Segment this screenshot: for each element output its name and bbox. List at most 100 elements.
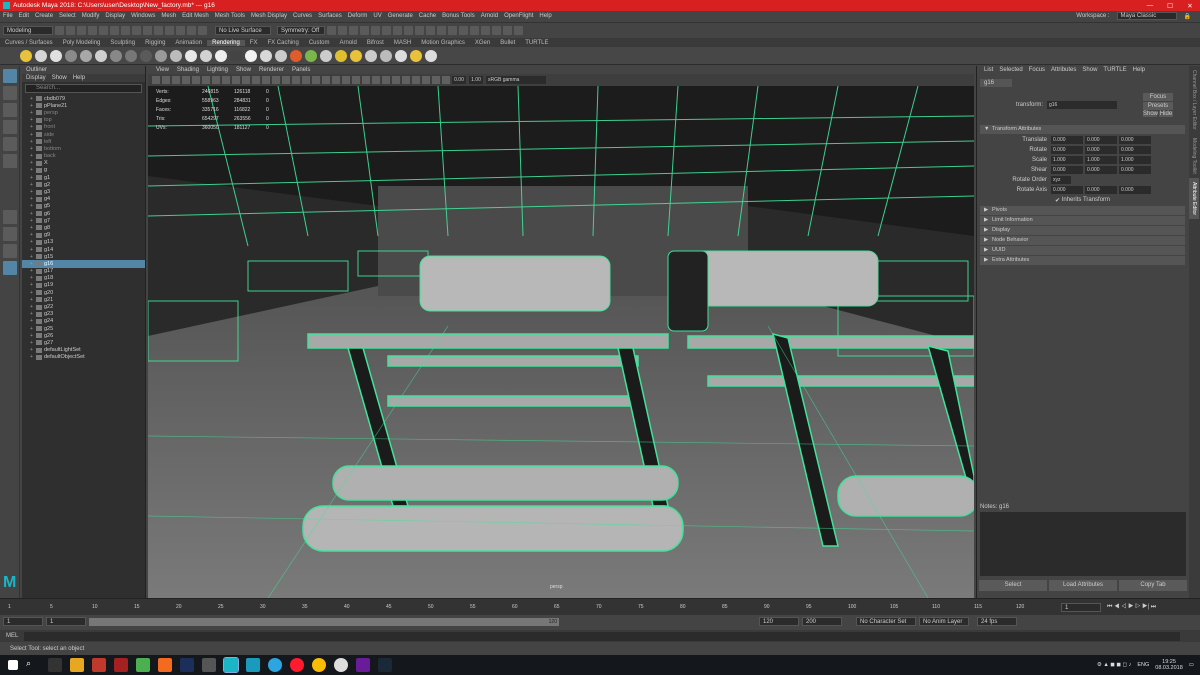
shelf-tool-icon[interactable]	[245, 49, 257, 62]
steam-icon[interactable]	[378, 658, 392, 672]
status-tool-icon[interactable]	[437, 25, 446, 35]
near-clip-field[interactable]: 0.00	[452, 76, 466, 84]
shear-field[interactable]: 0.000	[1085, 166, 1117, 174]
scale-field[interactable]: 1.000	[1119, 156, 1151, 164]
transform-name-field[interactable]: g16	[1047, 101, 1117, 109]
status-tool-icon[interactable]	[132, 25, 141, 35]
scale-field[interactable]: 1.000	[1051, 156, 1083, 164]
viewport-tool-icon[interactable]	[262, 76, 270, 84]
status-tool-icon[interactable]	[187, 25, 196, 35]
status-tool-icon[interactable]	[55, 25, 64, 35]
anim-end-field[interactable]: 200	[802, 617, 842, 626]
status-tool-icon[interactable]	[371, 25, 380, 35]
viewport-tool-icon[interactable]	[192, 76, 200, 84]
section-display[interactable]: ▶ Display	[980, 226, 1185, 235]
mel-label[interactable]: MEL	[0, 633, 24, 639]
viewport-tool-icon[interactable]	[392, 76, 400, 84]
menu-file[interactable]: File	[0, 13, 16, 19]
viewport-tool-icon[interactable]	[252, 76, 260, 84]
side-tab-attribute-editor[interactable]: Attribute Editor	[1189, 177, 1199, 219]
live-surface-field[interactable]: No Live Surface	[215, 25, 271, 35]
shelf-tab-bifrost[interactable]: Bifrost	[362, 40, 389, 46]
menu-edit[interactable]: Edit	[16, 13, 32, 19]
app-green-icon[interactable]	[136, 658, 150, 672]
menu-select[interactable]: Select	[56, 13, 79, 19]
outliner-item[interactable]: + g16	[22, 260, 145, 268]
viewport-menu-renderer[interactable]: Renderer	[255, 66, 288, 74]
select-button[interactable]: Select	[979, 580, 1047, 591]
anim-layer-dropdown[interactable]: No Anim Layer	[919, 617, 969, 626]
outliner-item[interactable]: + pPlane21	[22, 102, 145, 109]
section-extra-attributes[interactable]: ▶ Extra Attributes	[980, 256, 1185, 265]
outliner-item[interactable]: + g2	[22, 181, 145, 188]
viewport-tool-icon[interactable]	[432, 76, 440, 84]
shelf-tool-icon[interactable]	[170, 49, 182, 62]
outliner-item[interactable]: + g3	[22, 188, 145, 195]
rotate-axis-x[interactable]: 0.000	[1051, 186, 1083, 194]
shelf-tool-icon[interactable]	[65, 49, 77, 62]
move-tool-icon[interactable]	[3, 120, 17, 134]
menu-edit-mesh[interactable]: Edit Mesh	[179, 13, 212, 19]
shelf-tool-icon[interactable]	[155, 49, 167, 62]
shelf-tool-icon[interactable]	[125, 49, 137, 62]
viewport-tool-icon[interactable]	[402, 76, 410, 84]
shelf-tool-icon[interactable]	[185, 49, 197, 62]
outliner-item[interactable]: + g	[22, 167, 145, 174]
status-tool-icon[interactable]	[176, 25, 185, 35]
outliner-menu-help[interactable]: Help	[73, 74, 85, 82]
viewport-menu-shading[interactable]: Shading	[173, 66, 203, 74]
end-time-field[interactable]: 120	[759, 617, 799, 626]
outliner-item[interactable]: + g15	[22, 253, 145, 260]
viewport-tool-icon[interactable]	[422, 76, 430, 84]
photoshop-icon[interactable]	[180, 658, 194, 672]
viewport-tool-icon[interactable]	[162, 76, 170, 84]
outliner-item[interactable]: + g8	[22, 224, 145, 231]
outliner-item[interactable]: + g20	[22, 289, 145, 296]
menu-generate[interactable]: Generate	[385, 13, 416, 19]
select-tool-icon[interactable]	[3, 69, 17, 83]
attr-menu-attributes[interactable]: Attributes	[1048, 66, 1079, 75]
attr-menu-turtle[interactable]: TURTLE	[1100, 66, 1129, 75]
notes-field[interactable]	[980, 512, 1186, 576]
maximize-icon[interactable]: ☐	[1160, 2, 1180, 10]
character-set-dropdown[interactable]: No Character Set	[856, 617, 916, 626]
status-tool-icon[interactable]	[514, 25, 523, 35]
language-indicator[interactable]: ENG	[1137, 662, 1149, 668]
viewport-menu-panels[interactable]: Panels	[288, 66, 314, 74]
outliner-item[interactable]: + g14	[22, 246, 145, 253]
menu-deform[interactable]: Deform	[345, 13, 371, 19]
shelf-tool-icon[interactable]	[260, 49, 272, 62]
viewport-tool-icon[interactable]	[412, 76, 420, 84]
menu-openflight[interactable]: OpenFlight	[501, 13, 536, 19]
menu-bonus-tools[interactable]: Bonus Tools	[439, 13, 478, 19]
four-pane-icon[interactable]	[3, 227, 17, 241]
shelf-tool-icon[interactable]	[350, 49, 362, 62]
attr-menu-list[interactable]: List	[981, 66, 996, 75]
outliner-item[interactable]: + g1	[22, 174, 145, 181]
lock-icon[interactable]: 🔒	[1181, 13, 1194, 20]
telegram-icon[interactable]	[268, 658, 282, 672]
outliner-item[interactable]: + g17	[22, 268, 145, 275]
shelf-tab-bullet[interactable]: Bullet	[495, 40, 520, 46]
translate-field[interactable]: 0.000	[1085, 136, 1117, 144]
viewport-tool-icon[interactable]	[242, 76, 250, 84]
viewport-tool-icon[interactable]	[292, 76, 300, 84]
outliner-menu-show[interactable]: Show	[52, 74, 67, 82]
status-tool-icon[interactable]	[503, 25, 512, 35]
outliner-item[interactable]: + g25	[22, 325, 145, 332]
menu-modify[interactable]: Modify	[79, 13, 103, 19]
section-pivots[interactable]: ▶ Pivots	[980, 206, 1185, 215]
fps-dropdown[interactable]: 24 fps	[977, 617, 1017, 626]
viewport-tool-icon[interactable]	[222, 76, 230, 84]
rotate-order-dropdown[interactable]: xyz	[1051, 176, 1071, 184]
shear-field[interactable]: 0.000	[1119, 166, 1151, 174]
outliner-item[interactable]: + bottom	[22, 145, 145, 152]
rotate-field[interactable]: 0.000	[1085, 146, 1117, 154]
status-tool-icon[interactable]	[327, 25, 336, 35]
opera-icon[interactable]	[290, 658, 304, 672]
viewport-menu-lighting[interactable]: Lighting	[203, 66, 232, 74]
3dsmax-icon[interactable]	[246, 658, 260, 672]
shelf-tab-curves-surfaces[interactable]: Curves / Surfaces	[0, 40, 58, 46]
menu-curves[interactable]: Curves	[290, 13, 315, 19]
outliner-search-input[interactable]: Search...	[25, 84, 142, 93]
